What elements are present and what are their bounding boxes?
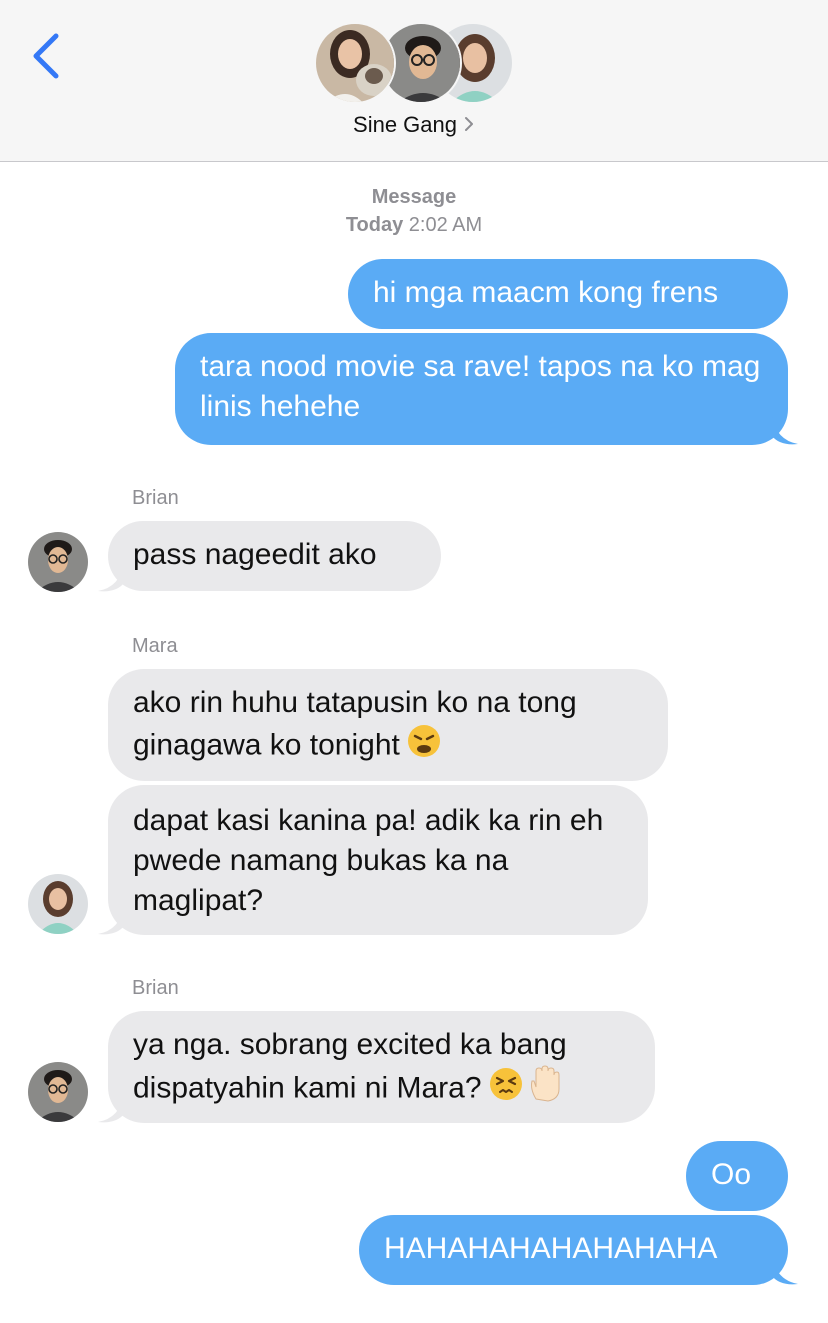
bubble-tail (772, 1256, 798, 1285)
message-text: pass nageedit ako (133, 538, 377, 571)
message-bubble-incoming[interactable]: ya nga. sobrang excited ka bang dispatya… (108, 1011, 655, 1123)
conversation-header: Sine Gang (0, 0, 828, 162)
message-text: tara nood movie sa rave! tapos na ko mag… (200, 350, 761, 423)
bubble-tail (98, 906, 124, 935)
message-text: hi mga maacm kong frens (373, 276, 719, 309)
group-name[interactable]: Sine Gang (0, 112, 828, 139)
message-text: ako rin huhu tatapusin ko na tong ginaga… (133, 686, 577, 762)
back-button[interactable] (26, 28, 70, 84)
message-text: Oo (711, 1158, 752, 1191)
message-bubble-incoming[interactable]: dapat kasi kanina pa! adik ka rin eh pwe… (108, 785, 648, 935)
bubble-tail (98, 563, 124, 592)
group-avatars[interactable] (314, 22, 514, 104)
avatar-brian[interactable] (28, 532, 88, 592)
message-text: HAHAHAHAHAHAHAHA (384, 1232, 718, 1265)
message-bubble-outgoing[interactable]: hi mga maacm kong frens (348, 259, 788, 329)
message-bubble-incoming[interactable]: ako rin huhu tatapusin ko na tong ginaga… (108, 669, 668, 781)
raised-hand-icon (526, 1065, 562, 1114)
bubble-tail (772, 416, 798, 445)
persevering-face-icon (488, 1066, 524, 1113)
message-bubble-outgoing[interactable]: Oo (686, 1141, 788, 1211)
avatar-brian[interactable] (28, 1062, 88, 1122)
message-text: dapat kasi kanina pa! adik ka rin eh pwe… (133, 804, 604, 917)
timestamp-time: 2:02 AM (408, 214, 483, 236)
avatar-member (314, 22, 396, 104)
avatar-mara[interactable] (28, 874, 88, 934)
timestamp-day: Today (345, 214, 404, 236)
message-bubble-outgoing[interactable]: HAHAHAHAHAHAHAHA (359, 1215, 788, 1285)
sender-name: Brian (132, 977, 179, 999)
bubble-tail (98, 1094, 124, 1123)
service-label: Message (371, 186, 457, 208)
chevron-right-icon (463, 113, 475, 139)
weary-face-icon (406, 723, 442, 770)
sender-name: Brian (132, 487, 179, 509)
group-name-label: Sine Gang (353, 112, 457, 137)
message-bubble-incoming[interactable]: pass nageedit ako (108, 521, 441, 591)
timestamp: Today 2:02 AM (0, 214, 828, 237)
sender-name: Mara (132, 635, 178, 657)
message-bubble-outgoing[interactable]: tara nood movie sa rave! tapos na ko mag… (175, 333, 788, 445)
chevron-left-icon (33, 33, 59, 79)
